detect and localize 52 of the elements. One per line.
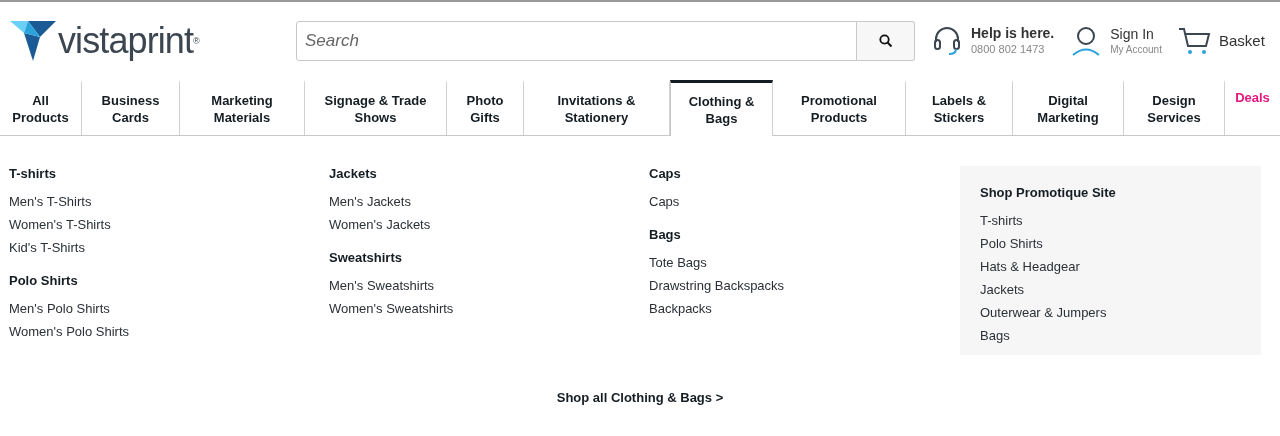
search-button[interactable] — [857, 21, 915, 61]
nav-tab[interactable]: All Products — [0, 80, 82, 135]
menu-heading: T-shirts — [9, 166, 57, 182]
menu-link[interactable]: Women's T-Shirts — [9, 213, 111, 236]
nav-tab[interactable]: Marketing Materials — [180, 80, 305, 135]
menu-link[interactable]: T-shirts — [980, 209, 1023, 232]
menu-link[interactable]: Hats & Headgear — [980, 255, 1080, 278]
menu-heading: Jackets — [329, 166, 378, 182]
nav-tab[interactable]: Design Services — [1124, 80, 1225, 135]
menu-link[interactable]: Caps — [649, 190, 680, 213]
basket-link[interactable]: Basket — [1177, 27, 1265, 55]
registered-mark: ® — [193, 36, 200, 46]
menu-link[interactable]: Tote Bags — [649, 251, 707, 274]
menu-link[interactable]: Kid's T-Shirts — [9, 236, 85, 259]
menu-link[interactable]: Polo Shirts — [980, 232, 1043, 255]
account-link[interactable]: My Account — [1110, 43, 1162, 56]
menu-heading: Caps — [649, 166, 682, 182]
search-icon — [878, 34, 893, 48]
headset-icon — [933, 26, 961, 56]
nav-tab[interactable]: Signage & Trade Shows — [305, 80, 447, 135]
menu-heading: Bags — [649, 227, 682, 243]
nav-tab[interactable]: Promotional Products — [773, 80, 906, 135]
nav-tab[interactable]: Business Cards — [82, 80, 180, 135]
menu-link[interactable]: Jackets — [980, 278, 1025, 301]
menu-link[interactable]: Drawstring Backspacks — [649, 274, 785, 297]
logo-wordmark: vistaprint — [58, 23, 194, 59]
menu-heading: Polo Shirts — [9, 273, 79, 289]
help-title[interactable]: Help is here. — [971, 25, 1055, 43]
menu-link[interactable]: Backpacks — [649, 297, 712, 320]
shop-all-link[interactable]: Shop all Clothing & Bags > — [556, 388, 724, 408]
menu-link[interactable]: Women's Sweatshirts — [329, 297, 454, 320]
nav-tab[interactable]: Photo Gifts — [447, 80, 524, 135]
nav-tab[interactable]: Clothing & Bags — [670, 80, 773, 136]
menu-heading: Shop Promotique Site — [980, 185, 1117, 201]
menu-link[interactable]: Bags — [980, 324, 1010, 347]
menu-heading: Sweatshirts — [329, 250, 403, 266]
nav-tab[interactable]: Deals — [1225, 80, 1280, 135]
cart-icon — [1177, 27, 1211, 55]
menu-link[interactable]: Women's Jackets — [329, 213, 431, 236]
nav-tab[interactable]: Digital Marketing — [1013, 80, 1124, 135]
nav-tab[interactable]: Labels & Stickers — [906, 80, 1013, 135]
help-phone: 0800 802 1473 — [971, 42, 1046, 57]
search-field[interactable]: Search — [296, 21, 857, 61]
menu-link[interactable]: Men's T-Shirts — [9, 190, 92, 213]
menu-link[interactable]: Men's Polo Shirts — [9, 297, 110, 320]
user-icon[interactable] — [1072, 26, 1101, 56]
menu-link[interactable]: Men's Jackets — [329, 190, 411, 213]
menu-link[interactable]: Men's Sweatshirts — [329, 274, 435, 297]
menu-link[interactable]: Women's Polo Shirts — [9, 320, 129, 343]
menu-link[interactable]: Outerwear & Jumpers — [980, 301, 1107, 324]
sign-in-link[interactable]: Sign In — [1110, 26, 1162, 44]
logo-icon — [10, 21, 56, 61]
